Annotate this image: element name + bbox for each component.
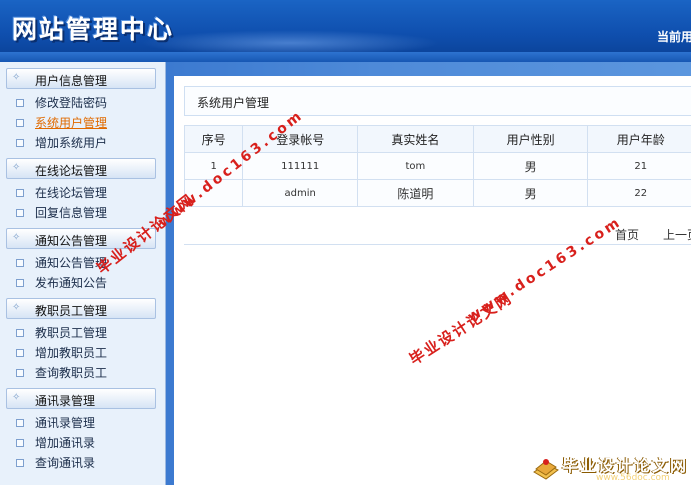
expand-icon: ✧ (12, 232, 21, 243)
expand-icon: ✧ (12, 302, 21, 313)
header-banner: 网站管理中心 当前用 (0, 0, 691, 62)
sidebar-group-user-info[interactable]: ✧ 用户信息管理 (6, 68, 156, 89)
table-cell: 21 (587, 152, 691, 180)
bullet-icon (16, 349, 24, 357)
main-content: 系统用户管理 序号 登录帐号 真实姓名 用户性别 用户年龄 1 111111 t… (166, 62, 691, 485)
sidebar-group-contacts[interactable]: ✧ 通讯录管理 (6, 388, 156, 409)
column-header: 序号 (183, 125, 244, 153)
sidebar: ✧ 用户信息管理 修改登陆密码 系统用户管理 增加系统用户 ✧ 在线论坛管理 在… (0, 62, 166, 485)
bullet-icon (16, 209, 24, 217)
sidebar-group-label: 通知公告管理 (35, 234, 108, 248)
expand-icon: ✧ (12, 392, 21, 403)
bullet-icon (16, 259, 24, 267)
sidebar-link-label: 查询教职员工 (35, 366, 108, 380)
table-cell: 111111 (242, 152, 359, 180)
panel-title: 系统用户管理 (197, 96, 270, 110)
table-row[interactable]: 1 111111 tom 男 21 (183, 152, 691, 180)
prev-page-link[interactable]: 上一页 (663, 226, 691, 243)
bullet-icon (16, 329, 24, 337)
sidebar-link-label: 增加通讯录 (35, 436, 96, 450)
sidebar-group-label: 通讯录管理 (35, 394, 96, 408)
sidebar-link-label: 通知公告管理 (35, 256, 108, 270)
table-header-row: 序号 登录帐号 真实姓名 用户性别 用户年龄 (183, 125, 691, 153)
panel-title-bar: 系统用户管理 (184, 86, 691, 116)
sidebar-link-label: 查询通讯录 (35, 456, 96, 470)
bullet-icon (16, 99, 24, 107)
sidebar-link-label: 回复信息管理 (35, 206, 108, 220)
sidebar-group-label: 用户信息管理 (35, 74, 108, 88)
sidebar-link-label: 修改登陆密码 (35, 96, 108, 110)
table-cell: 1 (183, 152, 244, 180)
header-band (0, 52, 691, 62)
bullet-icon (16, 419, 24, 427)
bullet-icon (16, 189, 24, 197)
expand-icon: ✧ (12, 72, 21, 83)
watermark-logo: 毕业设计论文网 www.56doc.com (528, 452, 691, 485)
table-cell (183, 179, 244, 207)
user-table: 序号 登录帐号 真实姓名 用户性别 用户年龄 1 111111 tom 男 21 (183, 125, 691, 207)
table-row[interactable]: admin 陈道明 男 22 (183, 179, 691, 207)
column-header: 登录帐号 (242, 125, 359, 153)
bullet-icon (16, 369, 24, 377)
sidebar-link-label: 发布通知公告 (35, 276, 108, 290)
table-cell: 男 (472, 179, 589, 207)
column-header: 真实姓名 (357, 125, 474, 153)
sidebar-group-label: 教职员工管理 (35, 304, 108, 318)
bullet-icon (16, 459, 24, 467)
sidebar-group-forum[interactable]: ✧ 在线论坛管理 (6, 158, 156, 179)
sidebar-group-label: 在线论坛管理 (35, 164, 108, 178)
current-user-label: 当前用 (657, 30, 691, 44)
column-header: 用户性别 (472, 125, 589, 153)
bullet-icon (16, 439, 24, 447)
site-title: 网站管理中心 (12, 15, 175, 44)
table-cell: 陈道明 (357, 179, 474, 207)
sidebar-link-label: 系统用户管理 (35, 116, 108, 130)
table-cell: admin (242, 179, 359, 207)
first-page-link[interactable]: 首页 (615, 226, 639, 243)
content-panel: 系统用户管理 序号 登录帐号 真实姓名 用户性别 用户年龄 1 111111 t… (174, 76, 691, 485)
logo-url: www.56doc.com (596, 473, 670, 483)
sidebar-group-notices[interactable]: ✧ 通知公告管理 (6, 228, 156, 249)
bullet-icon (16, 139, 24, 147)
book-icon (533, 459, 559, 480)
sidebar-link-label: 增加教职员工 (35, 346, 108, 360)
table-cell: 男 (472, 152, 589, 180)
sidebar-link-label: 通讯录管理 (35, 416, 96, 430)
bullet-icon (16, 119, 24, 127)
sidebar-group-staff[interactable]: ✧ 教职员工管理 (6, 298, 156, 319)
table-cell: 22 (587, 179, 691, 207)
sidebar-link-label: 增加系统用户 (35, 136, 108, 150)
pagination: 首页 上一页 (184, 223, 691, 245)
sidebar-link-label: 在线论坛管理 (35, 186, 108, 200)
bullet-icon (16, 279, 24, 287)
expand-icon: ✧ (12, 162, 21, 173)
column-header: 用户年龄 (587, 125, 691, 153)
sidebar-link-label: 教职员工管理 (35, 326, 108, 340)
table-cell: tom (357, 152, 474, 180)
